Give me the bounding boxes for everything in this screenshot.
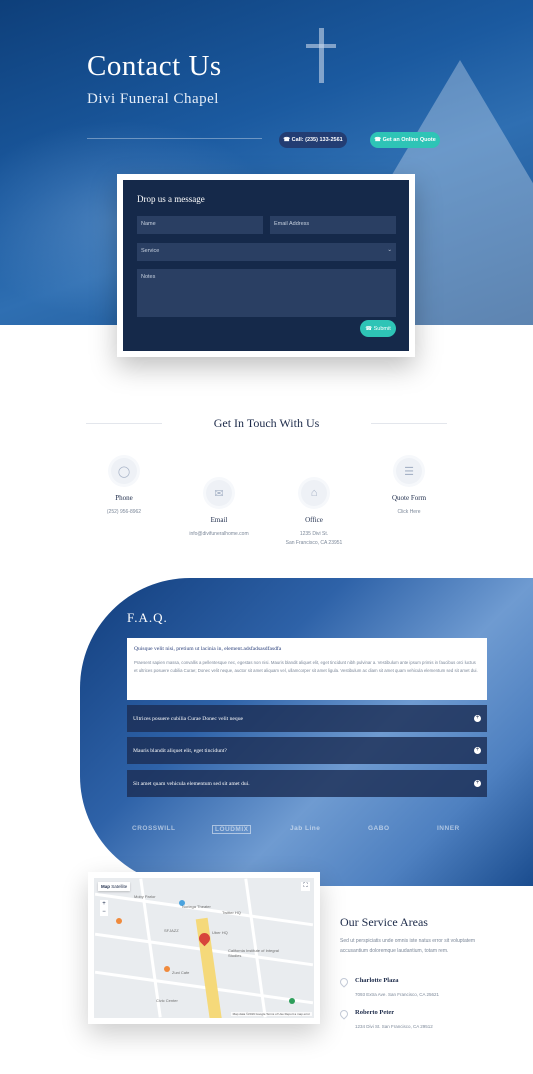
faq-section: F.A.Q. Quisque velit nisi, pretium ut la…: [80, 578, 533, 886]
map-label: Uber HQ: [212, 930, 228, 935]
email-field[interactable]: Email Address: [270, 216, 396, 234]
faq-question: Mauris blandit aliquet elit, eget tincid…: [133, 747, 227, 754]
plus-icon: +: [474, 747, 481, 754]
contact-phone: ◯ Phone (252) 956-8962: [74, 458, 174, 517]
contact-email: ✉ Email info@divifuneralhome.com: [169, 480, 269, 539]
office-city: San Francisco, CA 23951: [285, 540, 343, 546]
map-label: Twitter HQ: [222, 910, 241, 915]
faq-answer: Praesent sapien massa, convallis a pelle…: [134, 660, 478, 673]
service-areas-title: Our Service Areas: [340, 915, 428, 929]
faq-open-item[interactable]: Quisque velit nisi, pretium ut lacinia i…: [127, 638, 487, 700]
chevron-down-icon: ⌄: [387, 247, 392, 253]
location-name: Charlotte Plaza: [355, 977, 399, 984]
contact-form-card: Drop us a message Name Email Address Ser…: [117, 174, 415, 357]
partner-logo: Jab Line: [290, 825, 321, 832]
service-select-label: Service: [141, 248, 160, 254]
contact-label: Phone: [115, 494, 133, 502]
faq-item[interactable]: Sit amet quam vehicula elementum sed sit…: [127, 770, 487, 797]
restaurant-icon: [116, 918, 122, 924]
restaurant-icon: [164, 966, 170, 972]
map-label: Moby Parlor: [134, 894, 156, 899]
form-title: Drop us a message: [137, 194, 205, 204]
map-tab[interactable]: Map: [101, 884, 110, 889]
location-name: Roberto Peter: [355, 1009, 395, 1016]
name-field[interactable]: Name: [137, 216, 263, 234]
contact-office: ⌂ Office 1235 Divi St. San Francisco, CA…: [264, 480, 364, 548]
location-address: 7093 Extra Ave. San Francisco, CA 25621: [355, 992, 439, 997]
partner-logo: INNER: [437, 825, 460, 832]
hero-divider: [87, 138, 262, 139]
faq-item[interactable]: Mauris blandit aliquet elit, eget tincid…: [127, 737, 487, 764]
partner-logo: LOUDMIX: [212, 825, 252, 834]
chat-icon: ◯: [111, 458, 137, 484]
location-pin-icon: [338, 976, 350, 988]
contact-value: 1235 Divi St. San Francisco, CA 23951: [264, 530, 364, 548]
map-card: Map Satellite ⛶ + − Moby Parlor Noriega T…: [88, 872, 320, 1024]
contact-value[interactable]: (252) 956-8962: [74, 508, 174, 517]
map-label: SFJAZZ: [164, 928, 179, 933]
service-select[interactable]: Service ⌄: [137, 243, 396, 261]
page-subtitle: Divi Funeral Chapel: [87, 91, 219, 107]
map-label: Zuni Cafe: [172, 970, 190, 975]
map-label: Noriega Theater: [182, 904, 211, 909]
section-title: Get In Touch With Us: [213, 416, 320, 430]
map-attribution[interactable]: Map data ©2019 Google Terms of Use Repor…: [230, 1012, 312, 1016]
office-street: 1235 Divi St.: [299, 531, 329, 537]
location-address: 1234 Divi St. San Francisco, CA 29512: [355, 1024, 433, 1029]
contact-value[interactable]: info@divifuneralhome.com: [169, 530, 269, 539]
contact-form: Drop us a message Name Email Address Ser…: [123, 180, 409, 351]
plus-icon: +: [474, 780, 481, 787]
faq-question: Quisque velit nisi, pretium ut lacinia i…: [134, 646, 282, 652]
contact-quote: ☰ Quote Form Click Here: [359, 458, 459, 517]
map-road: [139, 878, 162, 1018]
call-button[interactable]: ☎ Call: (235) 133-2561: [279, 132, 347, 148]
contact-label: Email: [210, 516, 228, 524]
contact-label: Office: [305, 516, 323, 524]
document-icon: ☰: [396, 458, 422, 484]
partner-logo: CROSSWILL: [132, 825, 176, 832]
map-label: Civic Center: [156, 998, 178, 1003]
faq-title: F.A.Q.: [127, 610, 168, 625]
notes-field[interactable]: Notes: [137, 269, 396, 317]
faq-item[interactable]: Ultrices posuere cubilia Curae Donec vel…: [127, 705, 487, 732]
plus-icon: +: [474, 715, 481, 722]
satellite-tab[interactable]: Satellite: [111, 884, 127, 889]
quote-link[interactable]: Click Here: [359, 508, 459, 517]
park-icon: [289, 998, 295, 1004]
home-icon: ⌂: [301, 480, 327, 506]
location-pin-icon: [338, 1008, 350, 1020]
fullscreen-icon[interactable]: ⛶: [301, 882, 310, 891]
map[interactable]: Map Satellite ⛶ + − Moby Parlor Noriega T…: [94, 878, 314, 1018]
service-areas-description: Sed ut perspiciatis unde omnis iste natu…: [340, 938, 476, 954]
map-label: California Institute of Integral Studies: [228, 948, 279, 958]
quote-button[interactable]: ☎ Get an Online Quote: [370, 132, 440, 148]
page-title: Contact Us: [87, 50, 222, 82]
cross-icon: [319, 28, 324, 83]
cross-bar: [306, 44, 336, 48]
map-type-tabs[interactable]: Map Satellite: [98, 882, 131, 891]
faq-question: Ultrices posuere cubilia Curae Donec vel…: [133, 715, 243, 722]
partner-logo: GABO: [368, 825, 390, 832]
contact-label: Quote Form: [391, 494, 427, 502]
mail-icon: ✉: [206, 480, 232, 506]
faq-question: Sit amet quam vehicula elementum sed sit…: [133, 780, 250, 787]
zoom-control[interactable]: + −: [100, 900, 108, 916]
submit-button[interactable]: ☎ Submit: [360, 320, 396, 337]
